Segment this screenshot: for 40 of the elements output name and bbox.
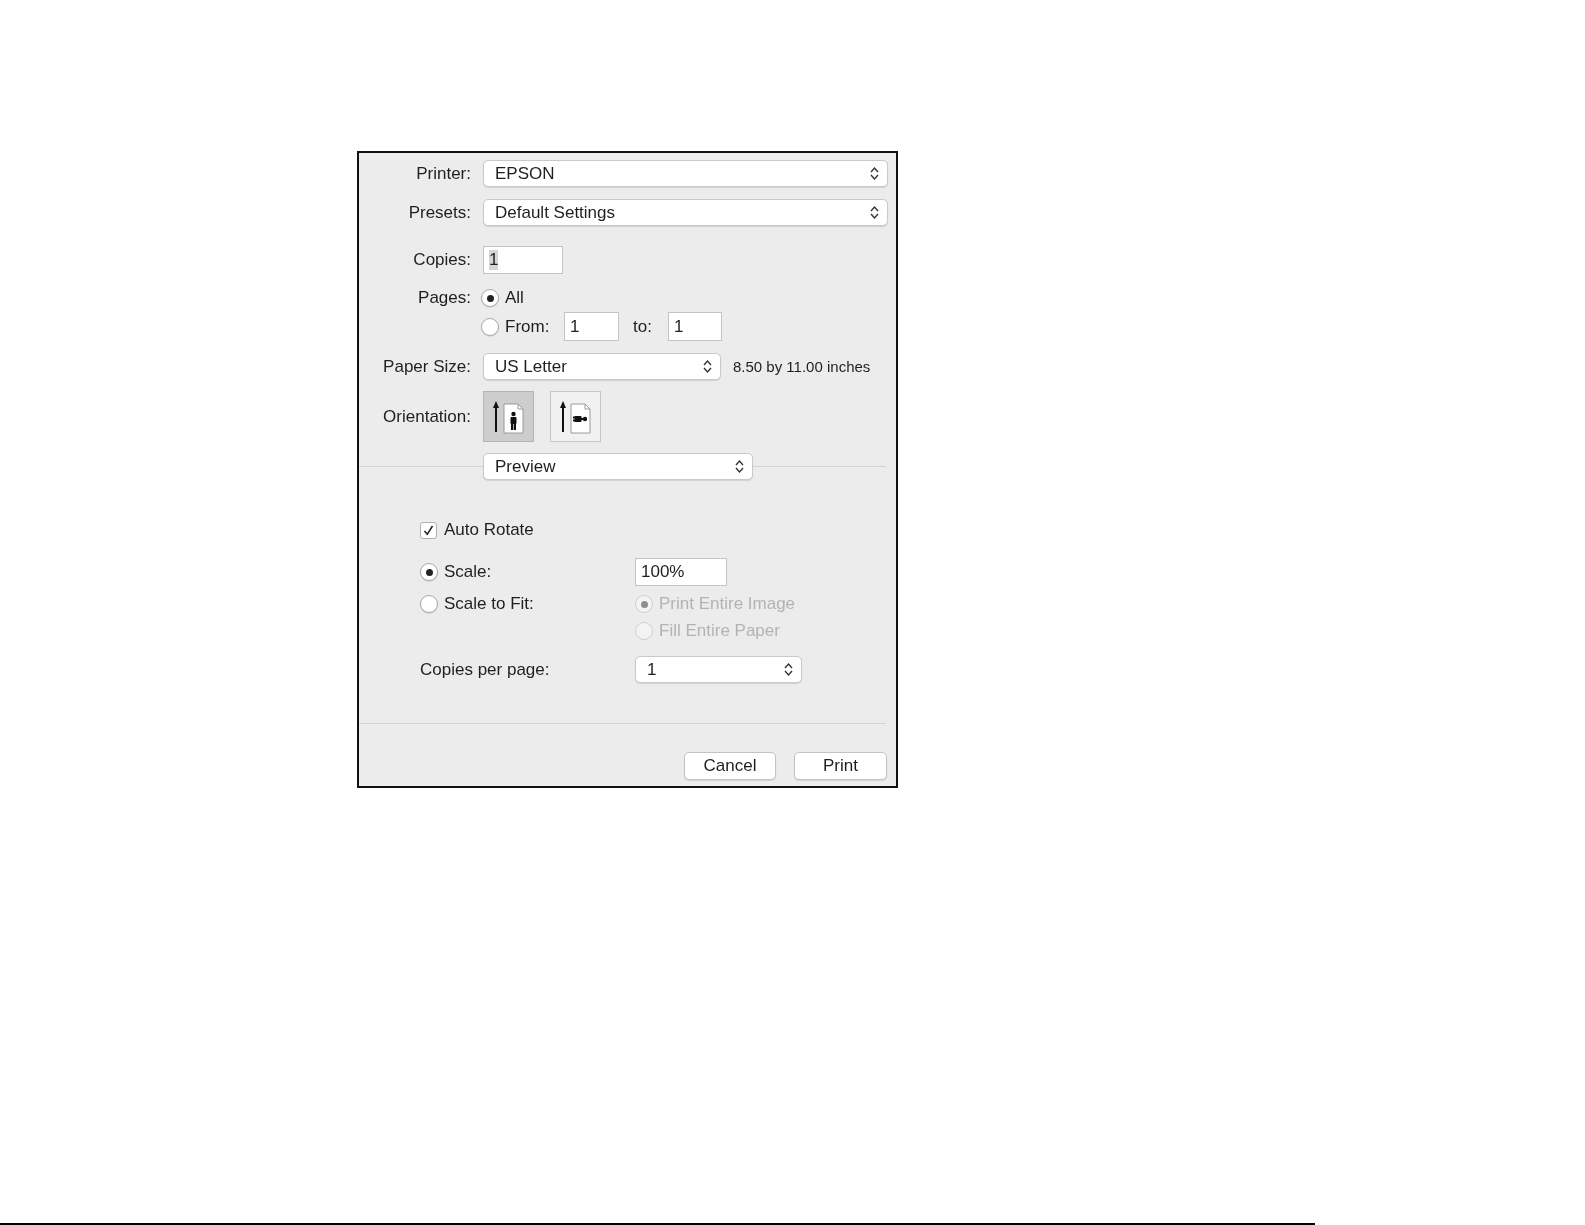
cancel-button[interactable]: Cancel [684, 752, 776, 780]
radio-label: Scale: [444, 562, 492, 582]
radio-button[interactable] [481, 289, 499, 307]
radio-label: Print Entire Image [659, 594, 796, 614]
copies-label: Copies: [412, 250, 471, 270]
checkmark-icon [423, 524, 434, 536]
to-page-field[interactable]: 1 [667, 312, 722, 341]
pages-label: Pages: [417, 288, 471, 308]
radio-button[interactable] [481, 317, 499, 336]
radio-label: Scale to Fit: [444, 594, 534, 614]
chevron-updown-icon [870, 166, 879, 181]
paper-size-dropdown[interactable]: US Letter [483, 353, 721, 380]
radio-label: Fill Entire Paper [659, 621, 780, 641]
chevron-updown-icon [735, 459, 744, 474]
presets-dropdown[interactable]: Default Settings [483, 199, 888, 226]
orientation-button[interactable] [483, 391, 534, 442]
from-page-field[interactable]: 1 [564, 312, 619, 341]
chevron-updown-icon [703, 359, 712, 374]
copies-per-page-dropdown[interactable]: 1 [635, 656, 802, 683]
radio-label: From: [505, 316, 551, 337]
chevron-updown-icon [870, 205, 879, 220]
printer-label: Printer: [415, 163, 471, 184]
copies-field[interactable]: 1 [483, 246, 563, 274]
radio-button[interactable] [420, 595, 438, 613]
chevron-updown-icon [784, 662, 793, 677]
copies-per-page-label: Copies per page: [420, 659, 550, 680]
checkbox-label: Auto Rotate [444, 520, 534, 540]
presets-label: Presets: [407, 202, 471, 223]
print-button[interactable]: Print [794, 752, 887, 780]
section-dropdown[interactable]: Preview [483, 453, 753, 480]
orientation-label: Orientation: [382, 406, 471, 427]
auto-rotate-checkbox[interactable] [420, 521, 437, 539]
scale-field[interactable]: 100% [635, 558, 727, 586]
radio-button[interactable] [420, 563, 438, 581]
radio-label: All [505, 288, 524, 308]
to-label: to: [633, 316, 652, 337]
paper-dimensions-text: 8.50 by 11.00 inches [733, 358, 871, 375]
printer-dropdown[interactable]: EPSON [483, 160, 888, 187]
orientation-button[interactable] [550, 391, 601, 442]
paper-size-label: Paper Size: [382, 356, 471, 377]
